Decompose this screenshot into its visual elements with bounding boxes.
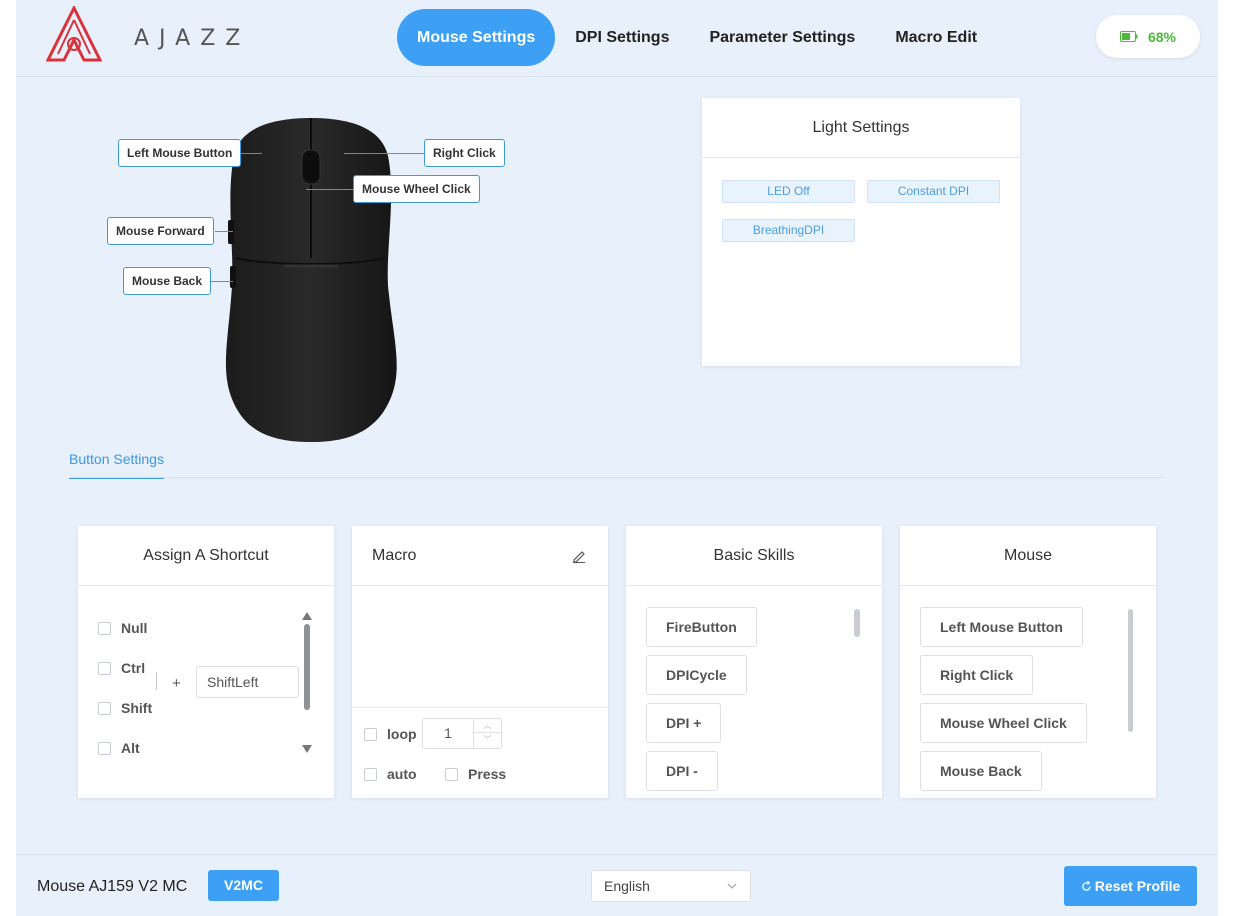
light-option-led-off[interactable]: LED Off: [722, 180, 855, 203]
battery-indicator: 68%: [1096, 15, 1200, 58]
checkbox[interactable]: [445, 767, 458, 781]
mouse-panel-title: Mouse: [900, 526, 1156, 586]
main-nav: Mouse Settings DPI Settings Parameter Se…: [397, 9, 997, 66]
forward-leader: [215, 231, 233, 232]
mouse-panel-scrollbar[interactable]: [1128, 609, 1133, 732]
light-settings-card: Light Settings LED Off Constant DPI Brea…: [702, 98, 1020, 366]
right-click-leader: [344, 153, 424, 154]
edit-pencil-icon[interactable]: [572, 549, 586, 563]
modifier-ctrl[interactable]: Ctrl: [98, 660, 145, 676]
callout-right-click[interactable]: Right Click: [424, 139, 505, 167]
reset-profile-label: Reset Profile: [1094, 878, 1181, 894]
light-settings-title: Light Settings: [702, 98, 1020, 158]
checkbox[interactable]: [98, 661, 111, 675]
modifier-shift[interactable]: Shift: [98, 700, 152, 716]
modifier-null[interactable]: Null: [98, 620, 147, 636]
plus-sign: +: [172, 675, 181, 692]
ajazz-logo-icon: [46, 6, 102, 62]
loop-label: loop: [387, 726, 417, 742]
callout-mouse-back[interactable]: Mouse Back: [123, 267, 212, 295]
decrement-icon[interactable]: ﹀: [474, 733, 501, 747]
increment-icon[interactable]: ︿: [474, 719, 501, 733]
tab-mouse-settings[interactable]: Mouse Settings: [397, 9, 556, 66]
mouse-fn-back[interactable]: Mouse Back: [920, 751, 1042, 791]
scroll-down-icon[interactable]: [302, 745, 312, 753]
macro-press-option[interactable]: Press: [445, 766, 506, 782]
mouse-fn-left-button[interactable]: Left Mouse Button: [920, 607, 1083, 647]
basic-skills-panel: Basic Skills FireButton DPICycle DPI + D…: [626, 526, 882, 798]
divider: [156, 672, 157, 690]
header: AJAZZ Mouse Settings DPI Settings Parame…: [16, 0, 1218, 77]
modifier-label: Null: [121, 620, 148, 636]
loop-count-value[interactable]: 1: [423, 719, 473, 748]
modifier-alt[interactable]: Alt: [98, 740, 140, 756]
stepper-arrows: ︿ ﹀: [473, 719, 501, 748]
checkbox[interactable]: [364, 767, 377, 781]
shortcut-panel-title: Assign A Shortcut: [78, 526, 334, 586]
macro-loop-option[interactable]: loop: [364, 726, 417, 742]
callout-left-mouse-button[interactable]: Left Mouse Button: [118, 139, 242, 167]
tab-button-settings[interactable]: Button Settings: [69, 451, 164, 479]
skill-dpi-minus[interactable]: DPI -: [646, 751, 718, 791]
mouse-panel: Mouse Left Mouse Button Right Click Mous…: [900, 526, 1156, 798]
checkbox[interactable]: [98, 621, 111, 635]
brand-name: AJAZZ: [134, 26, 251, 51]
version-badge: V2MC: [208, 870, 279, 901]
modifier-label: Shift: [121, 700, 153, 716]
checkbox[interactable]: [364, 727, 377, 741]
macro-auto-option[interactable]: auto: [364, 766, 417, 782]
language-select[interactable]: English: [591, 870, 751, 902]
skill-dpi-plus[interactable]: DPI +: [646, 703, 722, 743]
basic-skills-scrollbar[interactable]: [854, 609, 860, 637]
shortcut-key-input[interactable]: ShiftLeft: [196, 666, 299, 698]
back-leader: [208, 281, 233, 282]
macro-panel-header: Macro: [352, 526, 608, 586]
callout-mouse-wheel-click[interactable]: Mouse Wheel Click: [353, 175, 480, 203]
app-window: AJAZZ Mouse Settings DPI Settings Parame…: [16, 0, 1218, 916]
macro-panel: Macro loop 1 ︿ ﹀ auto Press: [352, 526, 608, 798]
macro-divider: [352, 707, 608, 708]
language-value: English: [604, 878, 650, 894]
scroll-up-icon[interactable]: [302, 612, 312, 620]
skill-fire-button[interactable]: FireButton: [646, 607, 757, 647]
modifier-label: Ctrl: [121, 660, 146, 676]
tab-macro-edit[interactable]: Macro Edit: [875, 9, 997, 66]
wheel-click-leader: [306, 189, 353, 190]
checkbox[interactable]: [98, 701, 111, 715]
battery-percent: 68%: [1147, 28, 1177, 45]
press-label: Press: [468, 766, 507, 782]
callout-mouse-forward[interactable]: Mouse Forward: [107, 217, 214, 245]
modifier-label: Alt: [121, 740, 140, 756]
footer-bar: Mouse AJ159 V2 MC V2MC English Reset Pro…: [16, 854, 1218, 916]
light-option-constant-dpi[interactable]: Constant DPI: [867, 180, 1000, 203]
light-option-breathing-dpi[interactable]: BreathingDPI: [722, 219, 855, 242]
shortcut-scrollbar[interactable]: [304, 624, 310, 710]
device-name: Mouse AJ159 V2 MC: [37, 878, 188, 895]
tab-dpi-settings[interactable]: DPI Settings: [555, 9, 689, 66]
tab-parameter-settings[interactable]: Parameter Settings: [689, 9, 875, 66]
basic-skills-title: Basic Skills: [626, 526, 882, 586]
macro-panel-title: Macro: [372, 547, 417, 564]
refresh-icon: [1081, 880, 1091, 891]
auto-label: auto: [387, 766, 417, 782]
reset-profile-button[interactable]: Reset Profile: [1064, 866, 1197, 906]
battery-icon: [1119, 31, 1138, 42]
loop-count-stepper[interactable]: 1 ︿ ﹀: [422, 718, 502, 749]
shortcut-panel: Assign A Shortcut Null Ctrl Shift Alt + …: [78, 526, 334, 798]
mouse-diagram: Left Mouse Button Right Click Mouse Whee…: [16, 90, 616, 450]
left-button-leader: [240, 153, 262, 154]
chevron-down-icon: [727, 883, 737, 889]
checkbox[interactable]: [98, 741, 111, 755]
brand-logo: AJAZZ: [46, 6, 246, 66]
mouse-fn-wheel-click[interactable]: Mouse Wheel Click: [920, 703, 1087, 743]
mouse-fn-right-click[interactable]: Right Click: [920, 655, 1034, 695]
skill-dpi-cycle[interactable]: DPICycle: [646, 655, 747, 695]
section-divider: [69, 477, 1164, 478]
